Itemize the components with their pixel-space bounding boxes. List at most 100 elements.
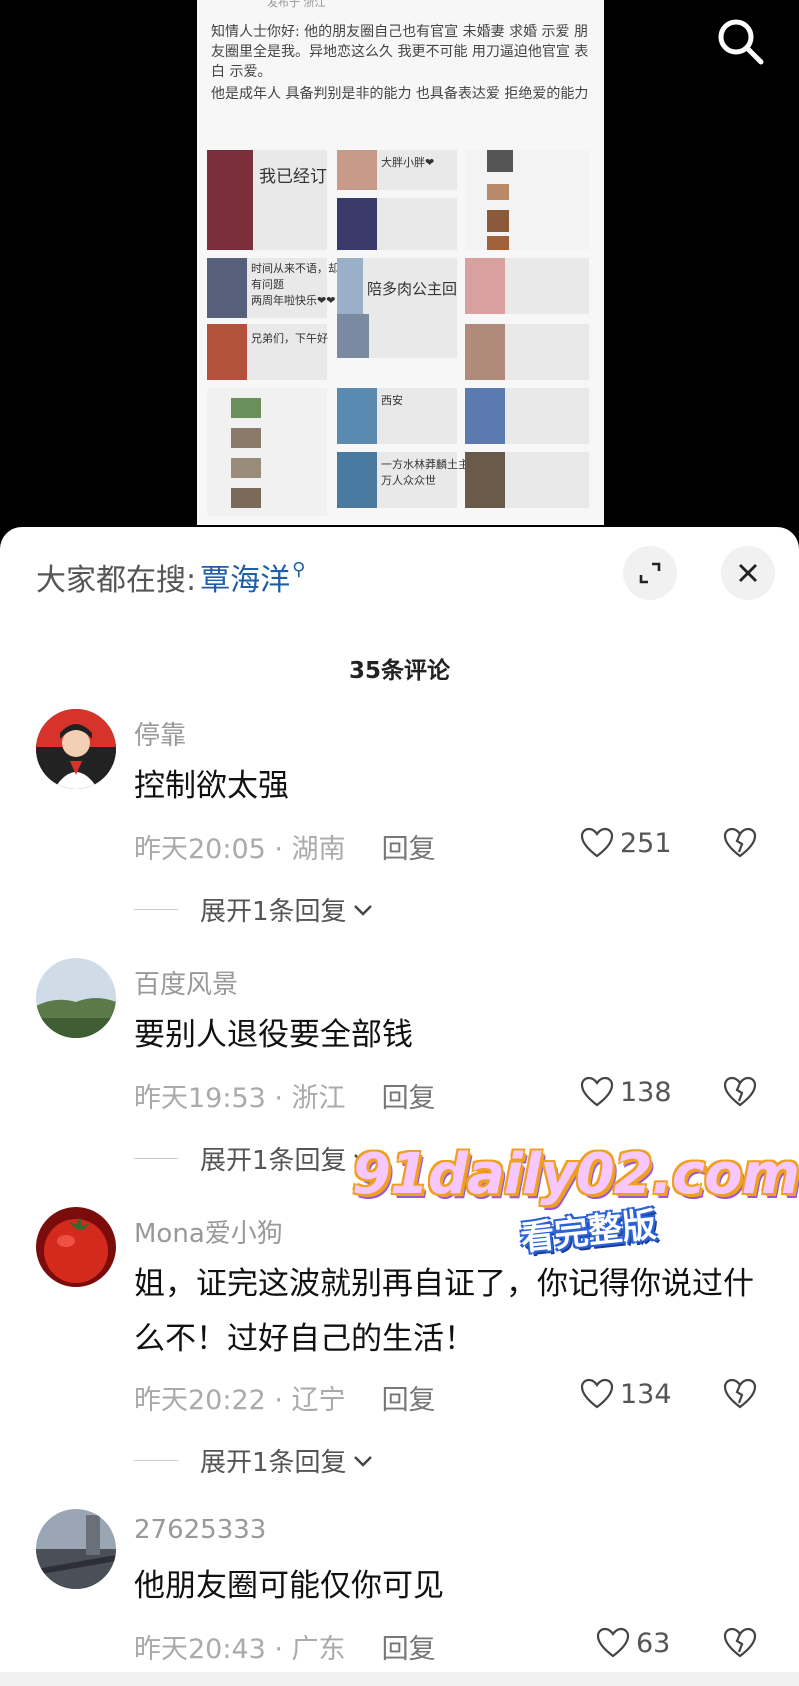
like-button[interactable]: 134: [580, 1378, 672, 1410]
divider: [134, 909, 178, 910]
like-button[interactable]: 63: [596, 1627, 670, 1659]
comment-username[interactable]: 百度风景: [134, 964, 238, 1001]
comment-username[interactable]: Mona爱小狗: [134, 1213, 283, 1250]
comment-item: 27625333 他朋友圈可能仅你可见 昨天20:43 · 广东 回复 63: [0, 1509, 799, 1669]
divider: [134, 1158, 178, 1159]
search-small-icon: ⚲: [292, 558, 306, 580]
comment-time-location: 昨天20:22 · 辽宁: [134, 1385, 346, 1416]
comment-username[interactable]: 停靠: [134, 715, 186, 752]
comment-text: 姐，证完这波就别再自证了，你记得你说过什么不！过好自己的生活！: [134, 1266, 754, 1357]
expand-replies-label: 展开1条回复: [200, 1448, 347, 1478]
collage-tile: 陪多肉公主回: [337, 258, 457, 358]
trending-term-link[interactable]: 覃海洋: [200, 555, 290, 599]
comment-meta: 昨天19:53 · 浙江 回复: [134, 1076, 436, 1115]
expand-replies-label: 展开1条回复: [200, 1146, 347, 1176]
reply-button[interactable]: 回复: [382, 1076, 436, 1115]
expand-icon: [639, 562, 661, 584]
expand-replies-button[interactable]: 展开1条回复: [134, 891, 375, 928]
post-location: 发布于 浙江: [267, 0, 326, 9]
expand-replies-button[interactable]: 展开1条回复: [134, 1140, 375, 1177]
close-button[interactable]: [721, 546, 775, 600]
like-count: 134: [620, 1378, 672, 1410]
collage-tile: [337, 198, 457, 250]
broken-heart-icon: [723, 1378, 757, 1409]
comment-meta: 昨天20:05 · 湖南 回复: [134, 827, 436, 866]
like-button[interactable]: 138: [580, 1076, 672, 1108]
search-button[interactable]: [713, 14, 769, 70]
post-preview[interactable]: 发布于 浙江 知情人士你好: 他的朋友圈自己也有官宣 未婚妻 求婚 示爱 朋友圈…: [0, 0, 799, 540]
reply-button[interactable]: 回复: [382, 1627, 436, 1666]
collage-tile: [465, 258, 589, 314]
collage-caption: 大胖小胖❤: [381, 156, 435, 169]
avatar[interactable]: [36, 958, 116, 1038]
comment-item: 停靠 控制欲太强 昨天20:05 · 湖南 回复 251 展开1条回复: [0, 709, 799, 929]
like-button[interactable]: 251: [580, 827, 672, 859]
comment-text: 控制欲太强: [134, 768, 289, 804]
watermark-overlay: 91daily02.com 看完整版: [352, 1142, 799, 1262]
post-paragraph: 知情人士你好: 他的朋友圈自己也有官宣 未婚妻 求婚 示爱 朋友圈里全是我。异地…: [211, 24, 589, 80]
screenshot-collage: 我已经订 时间从来不语，却 有问题 两周年啦快乐❤❤ 兄弟们，下午好 大胖小胖❤…: [207, 150, 597, 520]
close-icon: [739, 564, 757, 582]
fullscreen-button[interactable]: [623, 546, 677, 600]
collage-caption: 有问题: [251, 278, 284, 291]
post-paragraph: 他是成年人 具备判别是非的能力 也具备表达爱 拒绝爱的能力: [211, 86, 589, 102]
heart-icon: [580, 827, 614, 858]
heart-icon: [580, 1076, 614, 1107]
collage-tile: [465, 324, 589, 380]
expand-replies-button[interactable]: 展开1条回复: [134, 1442, 375, 1479]
trending-search[interactable]: 大家都在搜: 覃海洋 ⚲: [36, 547, 305, 607]
comment-time-location: 昨天20:43 · 广东: [134, 1634, 346, 1665]
collage-tile: 大胖小胖❤: [337, 150, 457, 190]
avatar[interactable]: [36, 1509, 116, 1589]
like-count: 138: [620, 1076, 672, 1108]
chevron-down-icon: [353, 1455, 372, 1467]
trending-label: 大家都在搜:: [36, 563, 197, 598]
dislike-button[interactable]: [722, 1378, 758, 1414]
divider: [134, 1460, 178, 1461]
post-text: 知情人士你好: 他的朋友圈自己也有官宣 未婚妻 求婚 示爱 朋友圈里全是我。异地…: [211, 22, 591, 106]
like-count: 251: [620, 827, 672, 859]
comment-meta: 昨天20:43 · 广东 回复: [134, 1627, 436, 1666]
collage-tile: 我已经订: [207, 150, 327, 250]
collage-caption: 两周年啦快乐❤❤: [251, 294, 336, 307]
collage-tile: 西安: [337, 388, 457, 444]
collage-tile: [465, 388, 589, 444]
watermark-url: 91daily02.com: [352, 1142, 799, 1207]
collage-caption: 西安: [381, 394, 403, 407]
collage-tile: [465, 452, 589, 508]
broken-heart-icon: [723, 1627, 757, 1658]
post-image[interactable]: 发布于 浙江 知情人士你好: 他的朋友圈自己也有官宣 未婚妻 求婚 示爱 朋友圈…: [197, 0, 604, 525]
expand-replies-label: 展开1条回复: [200, 897, 347, 927]
comment-sheet: 大家都在搜: 覃海洋 ⚲ 35条评论 停靠 控制欲太强 昨天20:05 · 湖南…: [0, 527, 799, 1686]
heart-icon: [596, 1627, 630, 1658]
collage-tile: 时间从来不语，却 有问题 两周年啦快乐❤❤: [207, 258, 339, 318]
comment-time-location: 昨天20:05 · 湖南: [134, 834, 346, 865]
avatar[interactable]: [36, 1207, 116, 1287]
comment-text: 他朋友圈可能仅你可见: [134, 1568, 444, 1604]
dislike-button[interactable]: [722, 1076, 758, 1112]
collage-caption: 兄弟们，下午好: [251, 332, 328, 345]
like-count: 63: [636, 1627, 671, 1659]
collage-caption: 我已经订: [259, 167, 327, 187]
comment-text: 要别人退役要全部钱: [134, 1017, 413, 1053]
collage-tile: 兄弟们，下午好: [207, 324, 328, 380]
bottom-strip: [0, 1672, 799, 1686]
collage-tile: [465, 150, 589, 250]
reply-button[interactable]: 回复: [382, 1378, 436, 1417]
collage-caption: 陪多肉公主回: [367, 280, 458, 298]
comment-meta: 昨天20:22 · 辽宁 回复: [134, 1378, 436, 1417]
reply-button[interactable]: 回复: [382, 827, 436, 866]
broken-heart-icon: [723, 1076, 757, 1107]
collage-tile: [207, 388, 327, 516]
dislike-button[interactable]: [722, 1627, 758, 1663]
collage-caption: 万人众众世: [381, 474, 436, 487]
comment-username[interactable]: 27625333: [134, 1515, 266, 1545]
dislike-button[interactable]: [722, 827, 758, 863]
heart-icon: [580, 1378, 614, 1409]
collage-caption: 时间从来不语，却: [251, 262, 339, 275]
collage-tile: 一方水林莽麟土主莽 万人众众世: [337, 452, 480, 508]
avatar[interactable]: [36, 709, 116, 789]
broken-heart-icon: [723, 827, 757, 858]
search-icon: [718, 19, 764, 65]
comment-count: 35条评论: [348, 658, 450, 684]
